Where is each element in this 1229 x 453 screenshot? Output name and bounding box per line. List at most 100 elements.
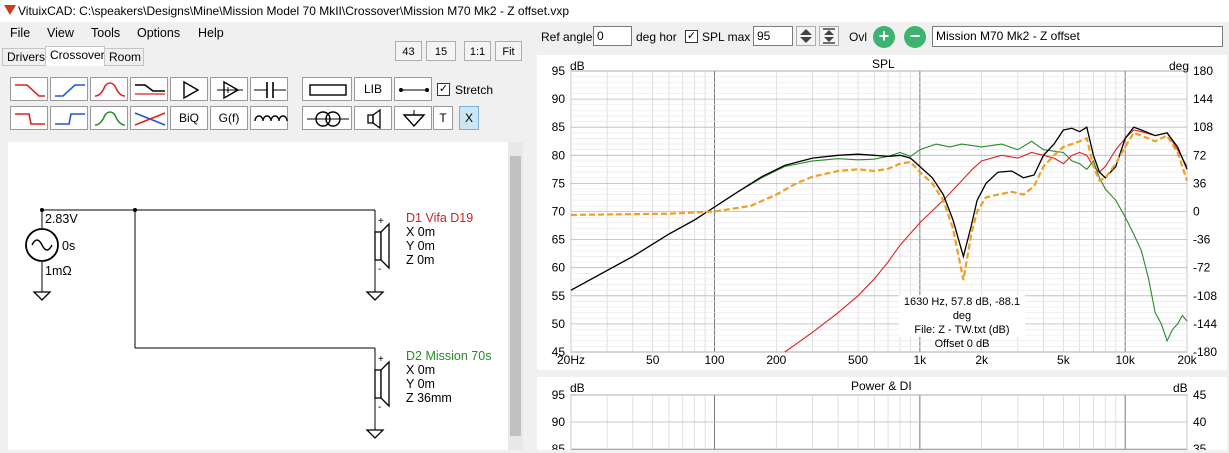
y-tick-left: 95 xyxy=(552,64,566,78)
x-tick: 10k xyxy=(1116,353,1136,367)
graph-controls: Ref angle 0 deg hor ✓ SPL max 95 Ovl + −… xyxy=(528,22,1229,50)
driver2-y: Y 0m xyxy=(406,377,435,391)
zoom-15-button[interactable]: 15 xyxy=(426,41,456,61)
svg-text:-: - xyxy=(378,264,381,275)
tooltip-line2: File: Z - TW.txt (dB) xyxy=(914,324,1010,336)
x-button[interactable]: X xyxy=(459,106,479,130)
stretch-checkbox[interactable]: ✓ xyxy=(437,83,450,96)
t-button[interactable]: T xyxy=(433,106,453,130)
highpass-tool-blue-2[interactable] xyxy=(50,106,88,130)
overlay-name-input[interactable]: Mission M70 Mk2 - Z offset xyxy=(932,26,1223,47)
zoom-1to1-button[interactable]: 1:1 xyxy=(464,41,491,61)
y-tick-right: 108 xyxy=(1193,120,1213,134)
ref-angle-label: Ref angle xyxy=(541,30,593,44)
svg-text:-: - xyxy=(378,402,381,413)
ovl-label: Ovl xyxy=(849,30,867,44)
spl-max-limit-button[interactable] xyxy=(819,26,839,46)
menu-view[interactable]: View xyxy=(47,26,74,40)
spl-right-unit: deg xyxy=(1169,59,1190,73)
y-tick-left: 85 xyxy=(552,120,566,134)
y-tick-left: 75 xyxy=(552,176,566,190)
y-tick-right: -36 xyxy=(1193,233,1211,247)
spl-max-input[interactable]: 95 xyxy=(753,26,793,46)
buffer-tool[interactable] xyxy=(210,77,248,101)
notch-tool[interactable] xyxy=(130,106,168,130)
amplifier-tool[interactable] xyxy=(170,77,208,101)
power-di-graph[interactable]: 95 90 85 45 40 35 Power & DI dB dB xyxy=(537,377,1227,453)
power-left-unit: dB xyxy=(570,381,585,395)
driver1-y: Y 0m xyxy=(406,239,435,253)
x-tick: 200 xyxy=(766,353,786,367)
transfer-function-button[interactable]: G(f) xyxy=(210,106,248,130)
tab-crossover[interactable]: Crossover xyxy=(45,46,105,66)
driver1-name[interactable]: D1 Vifa D19 xyxy=(406,211,473,225)
driver1-z: Z 0m xyxy=(406,253,435,267)
x-tick: 500 xyxy=(848,353,868,367)
inductor-tool[interactable] xyxy=(250,106,288,130)
y-tick-right: 144 xyxy=(1193,92,1213,106)
power-graph-title: Power & DI xyxy=(851,379,912,393)
ground-tool[interactable] xyxy=(394,106,432,130)
spl-max-checkbox[interactable]: ✓ xyxy=(685,30,698,43)
shelf-tool[interactable] xyxy=(130,77,168,101)
x-tick: 20Hz xyxy=(557,353,585,367)
power-plot-area xyxy=(570,394,1188,451)
spl-graph[interactable]: 95 90 85 80 75 70 65 60 55 50 45 180 144 108 72 36 0 -36-… xyxy=(537,55,1227,370)
add-overlay-icon[interactable]: + xyxy=(873,26,895,48)
zoom-43-button[interactable]: 43 xyxy=(395,41,422,61)
x-tick: 2k xyxy=(975,353,989,367)
driver2-speaker-icon xyxy=(374,360,390,408)
svg-text:+: + xyxy=(378,354,384,365)
driver2-name[interactable]: D2 Mission 70s xyxy=(406,349,491,363)
schematic-canvas[interactable]: + - + - 2.83V 0s 1mΩ D1 Vifa D19 X 0m Y … xyxy=(8,142,508,450)
ref-angle-input[interactable]: 0 xyxy=(593,26,632,46)
bandpass-tool-red[interactable] xyxy=(90,77,128,101)
remove-overlay-icon[interactable]: − xyxy=(904,26,926,48)
lowpass-tool-red-2[interactable] xyxy=(10,106,48,130)
biquad-button[interactable]: BiQ xyxy=(170,106,208,130)
y-tick-left: 80 xyxy=(552,148,566,162)
window-title: VituixCAD: C:\speakers\Designs\Mine\Miss… xyxy=(18,4,570,18)
lowpass-tool-red[interactable] xyxy=(10,77,48,101)
driver2-z: Z 36mm xyxy=(406,391,452,405)
driver-tool[interactable] xyxy=(354,106,392,130)
x-tick: 5k xyxy=(1057,353,1071,367)
source-voltage-label: 2.83V xyxy=(45,212,78,226)
driver1-x: X 0m xyxy=(406,225,436,239)
capacitor-tool[interactable] xyxy=(250,77,288,101)
y-tick-left: 60 xyxy=(552,261,566,275)
wire-tool[interactable] xyxy=(394,77,432,101)
deg-hor-label: deg hor xyxy=(636,30,677,44)
x-tick: 100 xyxy=(705,353,725,367)
spl-max-spinner[interactable] xyxy=(796,26,816,46)
ground-icon-driver1 xyxy=(365,291,385,301)
schematic-scrollbar[interactable] xyxy=(508,142,523,450)
x-tick: 20k xyxy=(1177,353,1197,367)
menu-help[interactable]: Help xyxy=(198,26,224,40)
voltage-source-icon xyxy=(25,228,59,262)
y-tick-right: -72 xyxy=(1193,261,1211,275)
menu-options[interactable]: Options xyxy=(137,26,180,40)
y-tick-right: 72 xyxy=(1193,148,1207,162)
scrollbar-thumb[interactable] xyxy=(510,156,521,436)
tab-drivers[interactable]: Drivers xyxy=(2,48,46,66)
source-delay-label: 0s xyxy=(62,239,76,253)
y-tick-right: 36 xyxy=(1193,176,1207,190)
tab-room[interactable]: Room xyxy=(104,48,144,66)
component-toolbox: LIB ✓ Stretch BiQ G(f) T X xyxy=(0,66,528,140)
zoom-fit-button[interactable]: Fit xyxy=(495,41,522,61)
power-right-unit: dB xyxy=(1173,381,1188,395)
resistor-tool[interactable] xyxy=(302,77,352,101)
bandpass-tool-green[interactable] xyxy=(90,106,128,130)
library-button[interactable]: LIB xyxy=(354,77,392,101)
highpass-tool-blue[interactable] xyxy=(50,77,88,101)
ground-icon-driver2 xyxy=(365,429,385,439)
spl-left-unit: dB xyxy=(570,59,585,73)
spl-graph-title: SPL xyxy=(872,57,895,71)
svg-text:+: + xyxy=(378,216,384,227)
driver1-speaker-icon xyxy=(374,222,390,270)
menu-tools[interactable]: Tools xyxy=(91,26,120,40)
menu-file[interactable]: File xyxy=(10,26,30,40)
power-y-tick-left: 95 xyxy=(552,388,566,402)
transformer-tool[interactable] xyxy=(302,106,352,130)
